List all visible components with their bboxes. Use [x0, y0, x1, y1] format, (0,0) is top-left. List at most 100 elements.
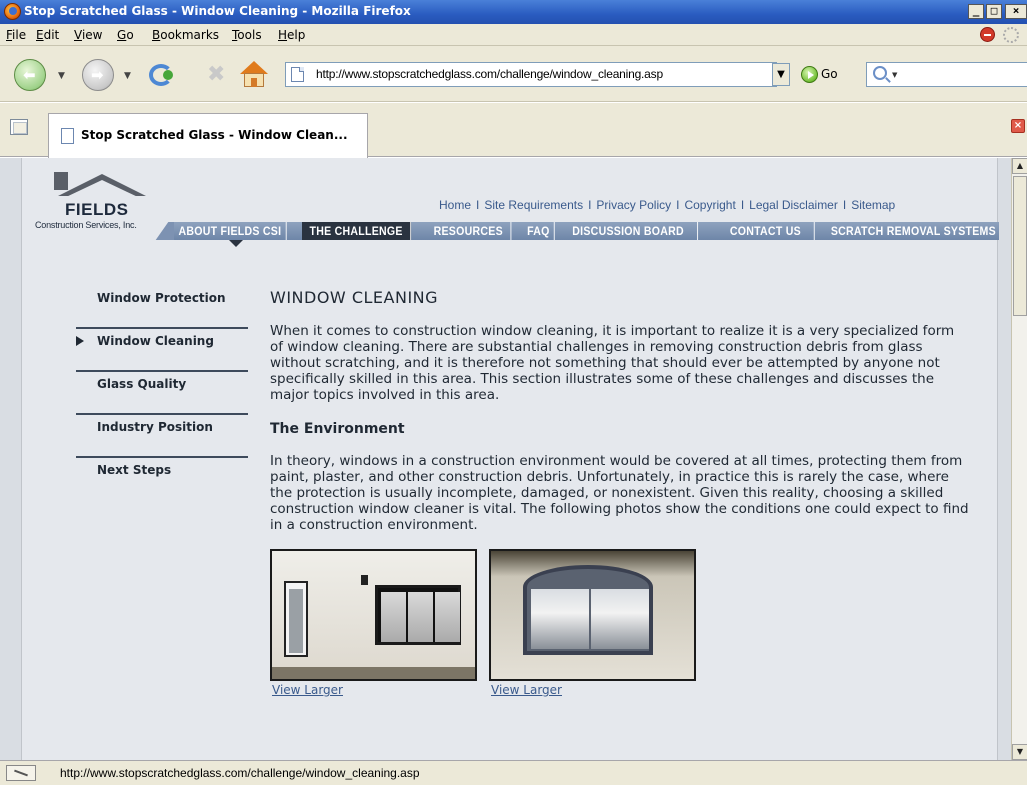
menu-view-rest: iew — [81, 28, 103, 42]
vertical-scrollbar[interactable]: ▲ ▼ — [1011, 158, 1027, 760]
menu-help-rest: elp — [287, 28, 306, 42]
menu-bookmarks[interactable]: Bookmarks — [152, 28, 219, 42]
utility-sep: I — [476, 198, 480, 212]
environment-paragraph: In theory, windows in a construction env… — [270, 453, 969, 533]
home-button[interactable] — [238, 60, 268, 90]
utility-nav: Home I Site Requirements I Privacy Policy I Co… — [439, 198, 895, 212]
utility-link-copyright[interactable]: Copyright — [684, 198, 735, 212]
status-text: http://www.stopscratchedglass.com/challe… — [60, 766, 420, 780]
nav-scratch-removal-systems[interactable]: SCRATCH REMOVAL SYSTEMS — [828, 222, 999, 240]
photo-pane — [531, 589, 589, 649]
fields-logo[interactable]: FIELDS Construction Services, Inc. — [32, 166, 172, 236]
side-nav-label: Window Protection — [97, 291, 226, 305]
intro-paragraph: When it comes to construction window cle… — [270, 323, 955, 403]
menu-edit-rest: dit — [43, 28, 60, 42]
nav-about-fields-csi[interactable]: ABOUT FIELDS CSI — [174, 222, 287, 240]
maximize-button[interactable]: □ — [986, 4, 1002, 19]
search-engine-dropdown-icon[interactable]: ▼ — [892, 71, 897, 79]
view-larger-link-1[interactable]: View Larger — [272, 683, 343, 697]
view-larger-link-2[interactable]: View Larger — [491, 683, 562, 697]
side-nav-label: Glass Quality — [97, 377, 187, 391]
utility-link-home[interactable]: Home — [439, 198, 471, 212]
browser-window: Stop Scratched Glass - Window Cleaning -… — [0, 0, 1027, 785]
nav-resources[interactable]: RESOURCES — [426, 222, 512, 240]
menu-file-rest: ile — [12, 28, 27, 42]
menu-help-accel: H — [278, 28, 288, 42]
update-alert-icon[interactable] — [980, 27, 995, 42]
search-input[interactable]: ▼ — [866, 62, 1027, 87]
navigation-toolbar: ⬅ ▼ ➡ ▼ ✖ http://www.stopscratchedglass.… — [0, 46, 1027, 102]
photo-door-pane — [289, 589, 303, 653]
tab-active[interactable]: Stop Scratched Glass - Window Clean... — [48, 113, 368, 158]
utility-link-privacy-policy[interactable]: Privacy Policy — [596, 198, 671, 212]
page-title: WINDOW CLEANING — [270, 288, 439, 307]
photo-door-window — [284, 581, 308, 657]
side-nav-glass-quality[interactable]: Glass Quality — [76, 372, 248, 415]
scroll-up-button[interactable]: ▲ — [1012, 158, 1027, 174]
page-viewport: FIELDS Construction Services, Inc. Home I… — [0, 158, 1011, 760]
utility-link-sitemap[interactable]: Sitemap — [851, 198, 895, 212]
side-nav-label: Industry Position — [97, 420, 213, 434]
photo-arched-window — [523, 565, 653, 655]
side-nav-next-steps[interactable]: Next Steps — [76, 458, 248, 501]
menu-tools-rest: ools — [237, 28, 262, 42]
minimize-button[interactable]: _ — [968, 4, 984, 19]
nav-discussion-board[interactable]: DISCUSSION BOARD — [559, 222, 699, 240]
new-tab-icon[interactable] — [10, 119, 28, 135]
back-arrow-icon: ⬅ — [23, 66, 36, 84]
back-button[interactable]: ⬅ — [14, 59, 46, 91]
forward-history-dropdown-icon[interactable]: ▼ — [124, 71, 131, 81]
main-content: WINDOW CLEANING When it comes to constru… — [270, 288, 970, 709]
side-nav-industry-position[interactable]: Industry Position — [76, 415, 248, 458]
url-history-dropdown-button[interactable]: ▼ — [772, 63, 790, 86]
tab-page-icon — [61, 128, 74, 144]
menu-bookmarks-rest: ookmarks — [160, 28, 220, 42]
menu-help[interactable]: Help — [278, 28, 305, 42]
photo-pane — [591, 589, 649, 649]
go-label: Go — [821, 67, 838, 81]
utility-sep: I — [842, 198, 847, 212]
title-bar: Stop Scratched Glass - Window Cleaning -… — [0, 0, 1027, 24]
active-marker-icon — [76, 336, 84, 346]
back-history-dropdown-icon[interactable]: ▼ — [58, 71, 65, 81]
forward-button[interactable]: ➡ — [82, 59, 114, 91]
stop-button[interactable]: ✖ — [202, 60, 232, 90]
menu-view[interactable]: View — [74, 28, 102, 42]
status-connection-icon — [6, 765, 36, 781]
menu-bookmarks-accel: B — [152, 28, 161, 42]
photo-lamp — [361, 575, 368, 585]
active-nav-pointer-icon — [229, 240, 243, 247]
url-text: http://www.stopscratchedglass.com/challe… — [316, 67, 663, 81]
close-window-button[interactable]: × — [1005, 4, 1027, 19]
utility-sep: I — [588, 198, 592, 212]
section-heading: The Environment — [270, 421, 405, 437]
home-door-icon — [251, 78, 257, 87]
nav-contact-us[interactable]: CONTACT US — [717, 222, 815, 240]
photo-pane — [408, 592, 433, 642]
go-button[interactable]: Go — [797, 64, 842, 86]
side-nav-window-protection[interactable]: Window Protection — [76, 286, 248, 329]
main-nav: ABOUT FIELDS CSI THE CHALLENGE RESOURCES… — [155, 222, 999, 240]
close-tab-button[interactable]: × — [1011, 119, 1025, 133]
construction-photo-1[interactable] — [270, 549, 477, 681]
tab-bar: Stop Scratched Glass - Window Clean... × — [0, 103, 1027, 158]
scroll-down-button[interactable]: ▼ — [1012, 744, 1027, 760]
utility-link-legal-disclaimer[interactable]: Legal Disclaimer — [749, 198, 838, 212]
scroll-thumb[interactable] — [1013, 176, 1027, 316]
menu-tools[interactable]: Tools — [232, 28, 262, 42]
menu-bar: File Edit View Go Bookmarks Tools Help — [0, 24, 1027, 46]
menu-file[interactable]: File — [6, 28, 26, 42]
utility-link-site-requirements[interactable]: Site Requirements — [484, 198, 583, 212]
forward-arrow-icon: ➡ — [91, 66, 104, 84]
nav-the-challenge[interactable]: THE CHALLENGE — [302, 222, 412, 240]
construction-photo-2[interactable] — [489, 549, 696, 681]
nav-faq[interactable]: FAQ — [523, 222, 555, 240]
menu-go[interactable]: Go — [117, 28, 134, 42]
url-input[interactable]: http://www.stopscratchedglass.com/challe… — [285, 62, 777, 87]
logo-subtitle: Construction Services, Inc. — [35, 220, 137, 230]
menu-edit[interactable]: Edit — [36, 28, 59, 42]
reload-button[interactable] — [146, 60, 176, 90]
status-bar: http://www.stopscratchedglass.com/challe… — [0, 760, 1027, 785]
reload-dot-icon — [163, 70, 173, 80]
side-nav-window-cleaning[interactable]: Window Cleaning — [76, 329, 248, 372]
